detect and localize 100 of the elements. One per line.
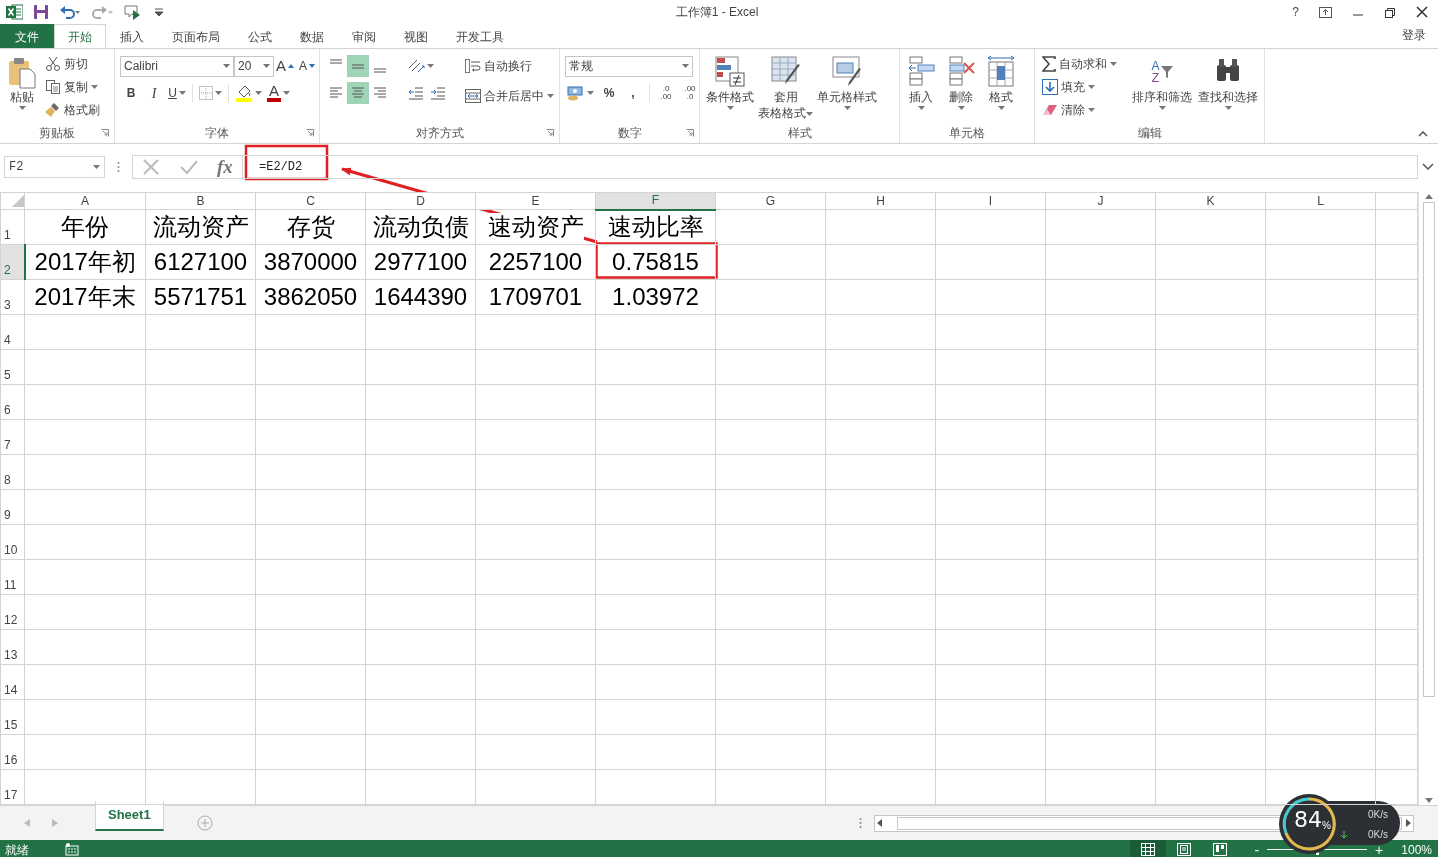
column-header[interactable]: J <box>1045 192 1156 210</box>
row-header[interactable]: 15 <box>0 699 25 735</box>
column-header[interactable]: B <box>145 192 256 210</box>
ribbon-button[interactable]: 条件格式 <box>705 53 755 123</box>
column-header[interactable]: C <box>255 192 366 210</box>
row-header[interactable]: 5 <box>0 349 25 385</box>
comma-button[interactable]: , <box>622 82 644 104</box>
percent-button[interactable]: % <box>598 82 620 104</box>
sort-filter-button[interactable]: A Z 排序和筛选 <box>1131 53 1193 123</box>
row-header[interactable]: 13 <box>0 629 25 665</box>
row-header[interactable]: 14 <box>0 664 25 700</box>
clear-button[interactable]: 清除 <box>1040 99 1127 121</box>
dialog-launcher-icon[interactable] <box>101 129 109 137</box>
merge-center-button[interactable]: 合并后居中 <box>463 85 556 107</box>
column-header[interactable]: F <box>595 192 716 210</box>
autosum-button[interactable]: 自动求和 <box>1040 53 1127 75</box>
ribbon-button[interactable]: 插入 <box>905 53 937 123</box>
column-header[interactable]: I <box>935 192 1046 210</box>
close-icon[interactable] <box>1416 6 1428 18</box>
format-painter-button[interactable]: 格式刷 <box>43 99 109 121</box>
column-header[interactable]: K <box>1155 192 1266 210</box>
shrink-font-button[interactable]: A <box>296 55 318 77</box>
sign-in-link[interactable]: 登录 <box>1402 26 1426 44</box>
row-header[interactable]: 16 <box>0 734 25 770</box>
ribbon-tab[interactable]: 页面布局 <box>158 24 234 48</box>
font-color-button[interactable]: A <box>265 82 292 104</box>
restore-icon[interactable] <box>1384 6 1396 18</box>
scrollbar-thumb[interactable] <box>1422 202 1435 697</box>
fill-button[interactable]: 填充 <box>1040 76 1127 98</box>
row-header[interactable]: 8 <box>0 454 25 490</box>
column-header[interactable]: H <box>825 192 936 210</box>
row-header[interactable]: 1 <box>0 209 25 245</box>
ribbon-button[interactable]: 套用 表格格式 <box>757 53 814 123</box>
ribbon-button[interactable]: 删除 <box>945 53 977 123</box>
row-header[interactable]: 7 <box>0 419 25 455</box>
dialog-launcher-icon[interactable] <box>546 129 554 137</box>
column-header[interactable]: G <box>715 192 826 210</box>
column-header[interactable]: A <box>24 192 146 210</box>
cut-button[interactable]: 剪切 <box>43 53 109 75</box>
formula-field[interactable]: =E2/D2 <box>242 155 1418 179</box>
decrease-decimal-button[interactable]: .00 .0 <box>679 82 701 104</box>
ribbon-tab[interactable]: 审阅 <box>338 24 390 48</box>
column-header[interactable]: E <box>475 192 596 210</box>
dialog-launcher-icon[interactable] <box>686 129 694 137</box>
font-size-field[interactable]: 20 <box>234 55 274 77</box>
column-header[interactable]: D <box>365 192 476 210</box>
zoom-out-button[interactable]: - <box>1252 842 1262 857</box>
group-label: 字体 <box>205 125 229 142</box>
ribbon-tab[interactable]: 开发工具 <box>442 24 518 48</box>
increase-decimal-button[interactable]: .0 .00 <box>655 82 677 104</box>
row-header[interactable]: 10 <box>0 524 25 560</box>
redo-icon[interactable] <box>91 4 113 20</box>
row-header[interactable]: 9 <box>0 489 25 525</box>
expand-formula-icon[interactable] <box>1422 163 1434 171</box>
ribbon-display-icon[interactable] <box>1319 6 1332 18</box>
find-select-button[interactable]: 查找和选择 <box>1197 53 1259 123</box>
ribbon-tab[interactable]: 开始 <box>54 24 106 49</box>
ribbon-tab[interactable]: 数据 <box>286 24 338 48</box>
cancel-icon[interactable] <box>142 158 161 176</box>
ribbon-tab[interactable]: 视图 <box>390 24 442 48</box>
middle-align-button[interactable] <box>347 55 369 77</box>
paste-button[interactable]: 粘贴 <box>5 53 39 123</box>
ribbon-tab[interactable]: 公式 <box>234 24 286 48</box>
center-button[interactable] <box>347 82 369 104</box>
row-header[interactable]: 12 <box>0 594 25 630</box>
wrap-text-button[interactable]: 自动换行 <box>463 55 556 77</box>
row-header[interactable]: 2 <box>0 244 25 280</box>
zoom-level[interactable]: 100% <box>1401 840 1432 857</box>
column-header[interactable]: L <box>1265 192 1376 210</box>
row-header[interactable]: 4 <box>0 314 25 350</box>
copy-button[interactable]: 复制 <box>43 76 109 98</box>
insert-function-button[interactable]: fx <box>216 152 233 182</box>
help-button[interactable]: ? <box>1292 3 1299 21</box>
underline-button[interactable]: U <box>166 82 188 104</box>
ribbon-tab[interactable]: 插入 <box>106 24 158 48</box>
row-header[interactable]: 6 <box>0 384 25 420</box>
macro-record-icon[interactable] <box>65 843 79 856</box>
zoom-in-button[interactable]: + <box>1373 842 1386 857</box>
vertical-scrollbar[interactable] <box>1418 192 1438 805</box>
undo-icon[interactable] <box>59 4 81 20</box>
bold-button[interactable]: B <box>120 82 142 104</box>
normal-view-button[interactable] <box>1130 840 1167 857</box>
dialog-launcher-icon[interactable] <box>306 129 314 137</box>
excel-logo-icon[interactable] <box>6 4 23 20</box>
ribbon-button[interactable]: 格式 <box>985 53 1017 123</box>
number-format-field[interactable]: 常规 <box>565 55 693 77</box>
font-name-field[interactable]: Calibri <box>120 55 234 77</box>
grow-font-button[interactable]: A <box>274 55 296 77</box>
customize-icon[interactable] <box>155 8 163 16</box>
row-header[interactable]: 11 <box>0 559 25 595</box>
row-header[interactable]: 3 <box>0 279 25 315</box>
ribbon-button[interactable]: 单元格样式 <box>816 53 878 123</box>
collapse-ribbon-icon[interactable] <box>1418 131 1428 137</box>
name-box[interactable]: F2 <box>4 156 105 178</box>
enter-icon[interactable] <box>178 158 199 176</box>
row-header[interactable]: 17 <box>0 769 25 805</box>
new-sheet-icon[interactable] <box>196 815 213 831</box>
italic-button[interactable]: I <box>143 82 165 104</box>
ribbon-tab[interactable]: 文件 <box>0 24 54 48</box>
sheet-tab[interactable]: Sheet1 <box>95 801 164 831</box>
